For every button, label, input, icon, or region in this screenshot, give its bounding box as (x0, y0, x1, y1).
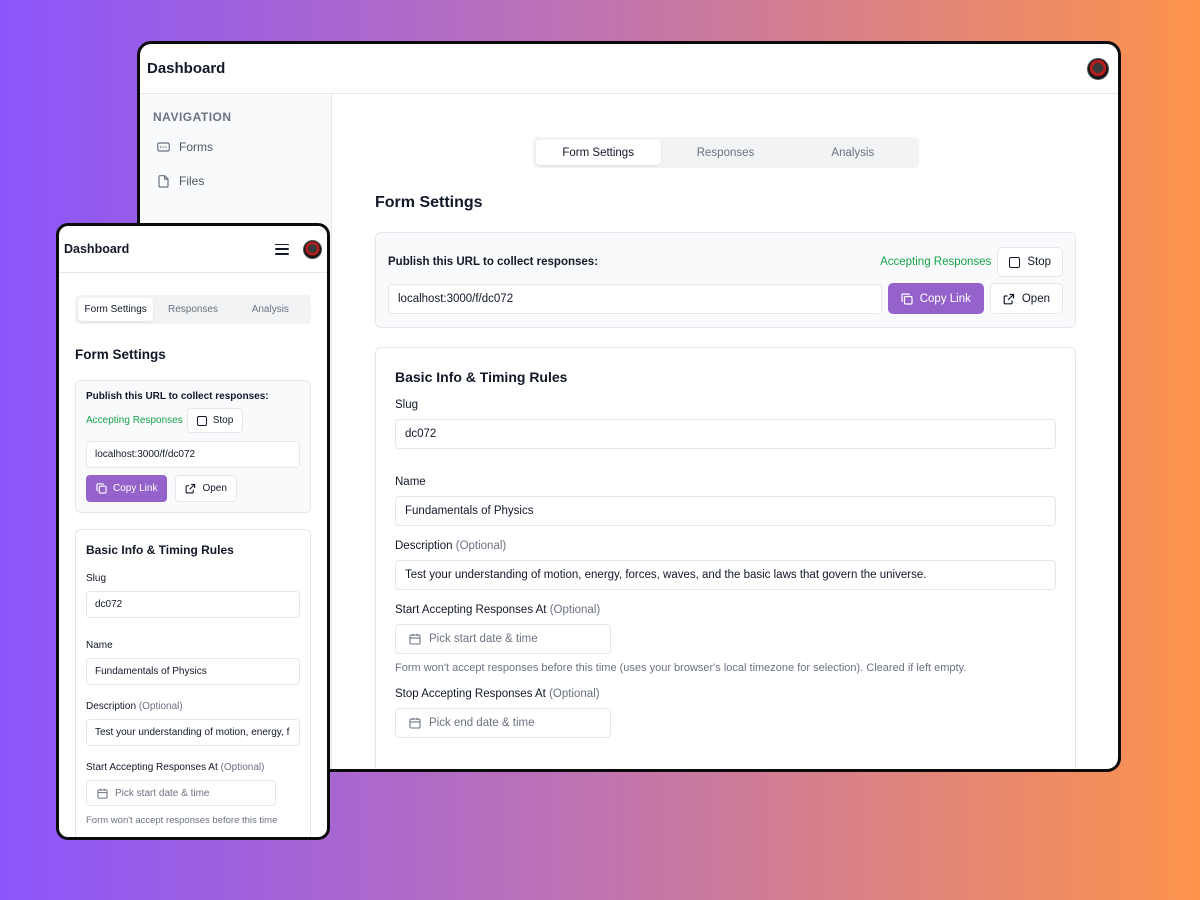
mobile-open-button[interactable]: Open (175, 475, 237, 502)
sidebar-heading: NAVIGATION (153, 110, 232, 124)
tab-analysis[interactable]: Analysis (790, 140, 915, 165)
mobile-tab-form-settings[interactable]: Form Settings (78, 298, 154, 321)
start-date-picker[interactable]: Pick start date & time (395, 624, 611, 654)
slug-input[interactable]: dc072 (395, 419, 1056, 449)
mobile-name-label: Name (86, 640, 113, 651)
mobile-description-input[interactable]: Test your understanding of motion, energ… (86, 719, 300, 746)
mobile-main: Form Settings Responses Analysis Form Se… (59, 273, 327, 837)
status-badge: Accepting Responses (880, 256, 992, 268)
mobile-basic-info-title: Basic Info & Timing Rules (86, 543, 234, 557)
mobile-start-date-picker[interactable]: Pick start date & time (86, 780, 276, 806)
slug-label: Slug (395, 399, 419, 411)
description-input[interactable]: Test your understanding of motion, energ… (395, 560, 1056, 590)
description-label: Description (Optional) (395, 540, 507, 552)
copy-icon (901, 292, 913, 305)
mobile-publish-label: Publish this URL to collect responses: (86, 391, 269, 402)
mobile-name-input[interactable]: Fundamentals of Physics (86, 658, 300, 685)
start-hint: Form won't accept responses before this … (395, 662, 967, 674)
start-label: Start Accepting Responses At (Optional) (395, 604, 601, 616)
publish-label: Publish this URL to collect responses: (388, 256, 599, 268)
mobile-description-label: Description (Optional) (86, 701, 183, 712)
menu-icon[interactable] (275, 243, 289, 255)
mobile-tab-bar: Form Settings Responses Analysis (75, 295, 311, 324)
form-icon (157, 141, 170, 154)
name-input[interactable]: Fundamentals of Physics (395, 496, 1056, 526)
page-title: Form Settings (375, 194, 483, 211)
mobile-status-badge: Accepting Responses (86, 415, 183, 426)
tab-bar: Form Settings Responses Analysis (532, 137, 919, 168)
stop-icon (1009, 256, 1021, 268)
mobile-start-label: Start Accepting Responses At (Optional) (86, 762, 265, 773)
stop-icon (196, 415, 207, 426)
stop-button[interactable]: Stop (997, 247, 1063, 277)
copy-link-button[interactable]: Copy Link (887, 283, 984, 314)
sidebar-item-label: Files (179, 174, 205, 188)
mobile-publish-url-input[interactable]: localhost:3000/f/dc072 (86, 441, 300, 468)
external-link-icon (186, 483, 196, 494)
basic-info-card: Basic Info & Timing Rules Slug dc072 Nam… (375, 347, 1076, 769)
open-button[interactable]: Open (989, 283, 1063, 314)
mobile-start-hint: Form won't accept responses before this … (86, 815, 278, 826)
mobile-header: Dashboard (59, 226, 327, 273)
basic-info-title: Basic Info & Timing Rules (395, 369, 568, 385)
app-title: Dashboard (147, 60, 226, 77)
mobile-tab-analysis[interactable]: Analysis (233, 298, 308, 321)
app-header: Dashboard (140, 44, 1118, 94)
sidebar-item-files[interactable]: Files (153, 167, 318, 195)
mobile-avatar[interactable] (303, 239, 322, 259)
mobile-copy-link-button[interactable]: Copy Link (86, 475, 168, 502)
stop-label: Stop Accepting Responses At (Optional) (395, 688, 600, 700)
external-link-icon (1003, 293, 1014, 304)
tab-responses[interactable]: Responses (663, 140, 788, 165)
copy-icon (96, 483, 107, 494)
avatar[interactable] (1087, 57, 1109, 80)
mobile-stop-button[interactable]: Stop (186, 408, 244, 433)
main-content: Form Settings Responses Analysis Form Se… (332, 94, 1118, 769)
publish-card: Publish this URL to collect responses: A… (375, 232, 1076, 328)
end-date-picker[interactable]: Pick end date & time (395, 708, 611, 738)
mobile-basic-info-card: Basic Info & Timing Rules Slug dc072 Nam… (75, 529, 311, 837)
calendar-icon (97, 788, 108, 799)
calendar-icon (409, 717, 421, 729)
publish-url-input[interactable]: localhost:3000/f/dc072 (388, 283, 882, 314)
sidebar-item-forms[interactable]: Forms (153, 133, 318, 161)
sidebar-item-label: Forms (179, 140, 213, 154)
file-icon (157, 174, 170, 188)
mobile-slug-input[interactable]: dc072 (86, 591, 300, 618)
tab-form-settings[interactable]: Form Settings (535, 140, 661, 165)
name-label: Name (395, 476, 426, 488)
mobile-tab-responses[interactable]: Responses (155, 298, 230, 321)
mobile-slug-label: Slug (86, 573, 107, 584)
calendar-icon (409, 633, 421, 645)
mobile-app-title: Dashboard (64, 242, 130, 256)
mobile-publish-card: Publish this URL to collect responses: A… (75, 380, 311, 513)
mobile-page-title: Form Settings (75, 347, 166, 362)
mobile-window: Dashboard Form Settings Responses Analys… (56, 223, 330, 840)
